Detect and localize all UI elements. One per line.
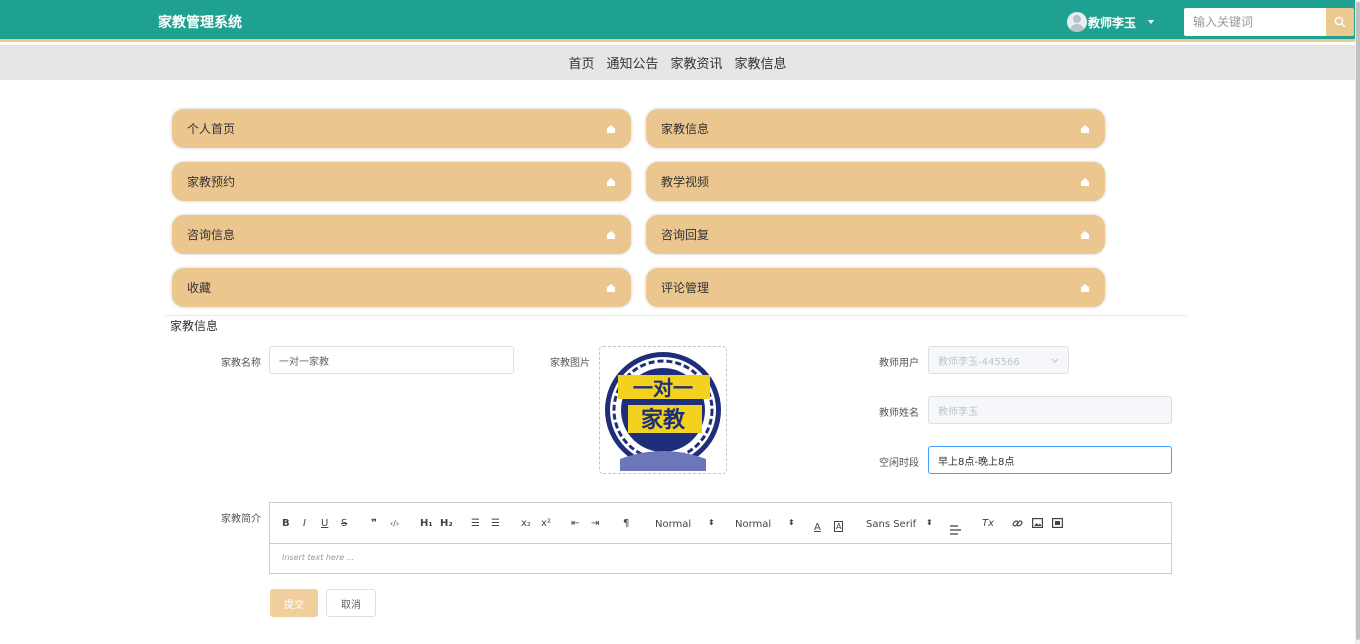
strike-button[interactable]: S — [341, 517, 347, 531]
rich-text-editor: B I U S ❞ ‹/› H₁ H₂ ☰ ☰ x₂ x² ⇤ ⇥ ¶ Norm… — [269, 502, 1172, 574]
avatar — [1067, 12, 1087, 32]
size-picker[interactable]: Normal — [655, 519, 691, 530]
indent-button[interactable]: ⇥ — [591, 517, 599, 531]
font-picker[interactable]: Sans Serif — [866, 519, 916, 530]
home-icon — [607, 178, 615, 186]
bullet-list-button[interactable]: ☰ — [491, 517, 500, 531]
code-block-button[interactable]: ‹/› — [390, 517, 399, 531]
nav-tutor-info[interactable]: 家教信息 — [735, 53, 787, 72]
picker-arrow-icon: ⬍ — [926, 518, 933, 527]
link-icon[interactable] — [1012, 518, 1023, 529]
picker-arrow-icon: ⬍ — [788, 518, 795, 527]
teacher-name-label: 教师姓名 — [879, 408, 919, 419]
teacher-user-select[interactable]: 教师李玉-445566 — [928, 346, 1069, 374]
text-direction-button[interactable]: ¶ — [623, 517, 629, 531]
home-icon — [1081, 125, 1089, 133]
header-picker[interactable]: Normal — [735, 519, 771, 530]
bold-button[interactable]: B — [282, 517, 290, 531]
align-icon[interactable] — [950, 525, 962, 535]
outdent-button[interactable]: ⇤ — [571, 517, 579, 531]
tile-tutor-info[interactable]: 家教信息 — [646, 109, 1105, 148]
tile-label: 评论管理 — [661, 281, 710, 295]
search-input[interactable] — [1184, 8, 1326, 36]
search-icon — [1334, 16, 1346, 28]
tile-comment-manage[interactable]: 评论管理 — [646, 268, 1105, 307]
editor-toolbar: B I U S ❞ ‹/› H₁ H₂ ☰ ☰ x₂ x² ⇤ ⇥ ¶ Norm… — [270, 503, 1171, 544]
text-color-button[interactable]: A — [814, 521, 821, 535]
header1-button[interactable]: H₁ — [420, 517, 433, 531]
ordered-list-button[interactable]: ☰ — [471, 517, 480, 531]
tile-label: 教学视频 — [661, 175, 710, 189]
subscript-button[interactable]: x₂ — [521, 517, 531, 531]
user-name: 教师李玉 — [1088, 15, 1137, 30]
search-button[interactable] — [1326, 8, 1354, 36]
free-time-label: 空闲时段 — [879, 458, 919, 469]
tile-label: 个人首页 — [187, 122, 236, 136]
blockquote-button[interactable]: ❞ — [371, 517, 377, 531]
teacher-user-label: 教师用户 — [879, 358, 919, 369]
home-icon — [1081, 178, 1089, 186]
scrollbar-thumb[interactable] — [1356, 2, 1360, 640]
image-label: 家教图片 — [550, 358, 590, 369]
home-icon — [607, 125, 615, 133]
chevron-down-icon — [1051, 358, 1059, 363]
tutor-logo-image: 一对一 家教 — [605, 352, 721, 471]
nav-notices[interactable]: 通知公告 — [606, 53, 658, 72]
header2-button[interactable]: H₂ — [440, 517, 453, 531]
tile-label: 家教信息 — [661, 122, 710, 136]
tutor-name-input[interactable]: 一对一家教 — [269, 346, 514, 374]
tile-label: 咨询信息 — [187, 228, 236, 242]
clean-format-button[interactable]: Tx — [982, 517, 994, 531]
tile-label: 收藏 — [187, 281, 212, 295]
tile-teaching-video[interactable]: 教学视频 — [646, 162, 1105, 201]
cancel-button[interactable]: 取消 — [326, 589, 376, 617]
intro-label: 家教简介 — [221, 514, 261, 525]
tile-consult-reply[interactable]: 咨询回复 — [646, 215, 1105, 254]
picker-arrow-icon: ⬍ — [708, 518, 715, 527]
site-brand[interactable]: 家教管理系统 — [158, 12, 242, 32]
editor-content[interactable]: Insert text here ... — [270, 544, 1171, 571]
teacher-name-input[interactable]: 教师李玉 — [928, 396, 1172, 424]
submit-button[interactable]: 提交 — [270, 589, 318, 617]
nav-tutor-news[interactable]: 家教资讯 — [671, 53, 723, 72]
section-title: 家教信息 — [170, 319, 219, 333]
section-divider — [165, 315, 1187, 316]
user-menu[interactable]: 教师李玉 — [1067, 12, 1155, 32]
tile-consult-info[interactable]: 咨询信息 — [172, 215, 631, 254]
home-icon — [607, 284, 615, 292]
background-color-button[interactable]: A — [834, 521, 844, 532]
tile-favorites[interactable]: 收藏 — [172, 268, 631, 307]
italic-button[interactable]: I — [303, 517, 306, 531]
superscript-button[interactable]: x² — [541, 517, 551, 531]
chevron-down-icon — [1148, 20, 1155, 24]
search-box — [1184, 8, 1354, 36]
underline-button[interactable]: U — [321, 517, 328, 531]
tile-label: 咨询回复 — [661, 228, 710, 242]
nav-home[interactable]: 首页 — [568, 53, 594, 72]
tile-personal-home[interactable]: 个人首页 — [172, 109, 631, 148]
tile-label: 家教预约 — [187, 175, 236, 189]
logo-text-top: 一对一 — [633, 376, 693, 400]
name-label: 家教名称 — [221, 358, 261, 369]
home-icon — [1081, 284, 1089, 292]
home-icon — [1081, 231, 1089, 239]
tile-tutor-booking[interactable]: 家教预约 — [172, 162, 631, 201]
top-header-bar: 家教管理系统 教师李玉 — [0, 0, 1360, 42]
sub-navigation: 首页 通知公告 家教资讯 家教信息 — [0, 45, 1355, 80]
teacher-user-value: 教师李玉-445566 — [938, 356, 1020, 368]
home-icon — [607, 231, 615, 239]
image-icon[interactable] — [1032, 518, 1043, 528]
logo-text-bottom: 家教 — [641, 407, 686, 433]
video-icon[interactable] — [1052, 518, 1063, 528]
tutor-image-upload[interactable]: 一对一 家教 — [599, 346, 727, 474]
free-time-input[interactable]: 早上8点-晚上8点 — [928, 446, 1172, 474]
page-scrollbar[interactable] — [1355, 0, 1360, 644]
